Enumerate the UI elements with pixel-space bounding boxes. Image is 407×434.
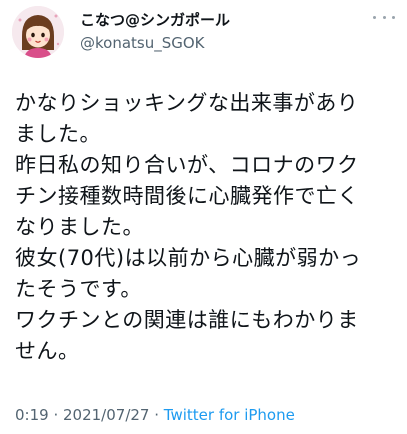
tweet-source-link[interactable]: Twitter for iPhone xyxy=(164,406,295,424)
more-dots-icon[interactable] xyxy=(373,10,395,24)
tweet-text-line: ました。 xyxy=(15,122,101,146)
tweet-text-line: チン接種数時間後に心臓発作で亡く xyxy=(15,184,359,208)
tweet-text-line: せん。 xyxy=(15,339,80,363)
cartoon-girl-avatar-icon xyxy=(12,6,64,58)
dot xyxy=(373,15,376,19)
user-names: こなつ@シンガポール @konatsu_SGOK xyxy=(80,10,350,53)
tweet-text-line: 昨日私の知り合いが、コロナのワク xyxy=(15,153,359,177)
tweet-text-line: たそうです。 xyxy=(15,277,142,301)
dot xyxy=(382,15,386,19)
tweet-text-line: なりました。 xyxy=(15,215,144,239)
tweet-text-line: ワクチンとの関連は誰にもわかりま xyxy=(15,308,359,332)
tweet-meta: 0:19 · 2021/07/27 · Twitter for iPhone xyxy=(15,405,295,425)
tweet-text-line: かなりショッキングな出来事があり xyxy=(15,91,359,115)
dot xyxy=(392,15,395,19)
tweet-text-line: 彼女(70代)は以前から心臓が弱かっ xyxy=(15,246,362,270)
meta-separator: · xyxy=(48,406,63,424)
user-handle[interactable]: @konatsu_SGOK xyxy=(80,33,350,53)
meta-separator: · xyxy=(149,406,164,424)
tweet-date[interactable]: 2021/07/27 xyxy=(63,406,149,424)
display-name[interactable]: こなつ@シンガポール xyxy=(80,10,350,30)
avatar[interactable] xyxy=(12,6,64,58)
tweet-header: こなつ@シンガポール @konatsu_SGOK xyxy=(0,0,407,70)
tweet: こなつ@シンガポール @konatsu_SGOK かなりショッキングな出来事があ… xyxy=(0,0,407,434)
tweet-text: かなりショッキングな出来事があり ました。 昨日私の知り合いが、コロナのワク チ… xyxy=(15,88,400,367)
tweet-time[interactable]: 0:19 xyxy=(15,406,49,424)
